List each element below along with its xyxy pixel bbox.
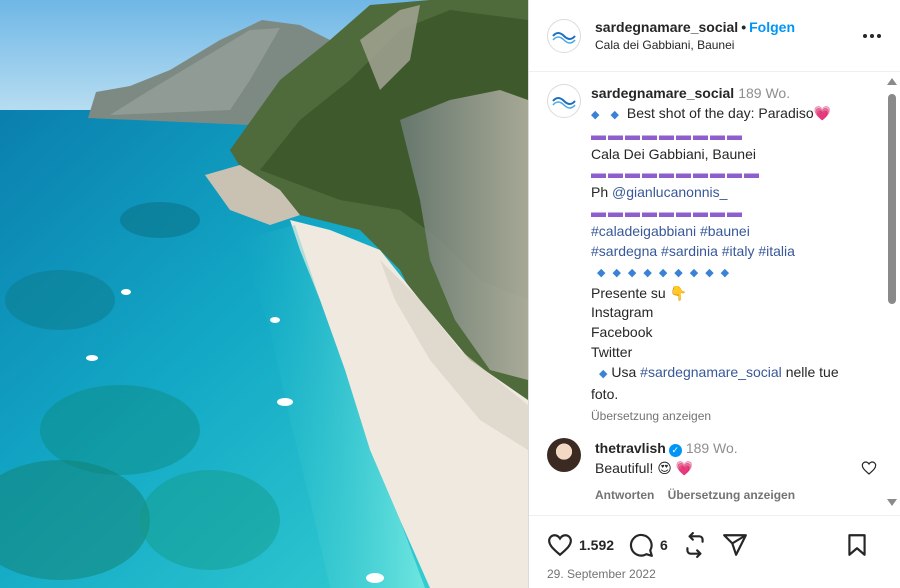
heart-icon (548, 534, 572, 557)
caption-translate-link[interactable]: Übersetzung anzeigen (591, 407, 877, 427)
comment-body: thetravlish ✓ 189 Wo. Beautiful! 😍 💗 Antwo… (595, 438, 877, 505)
post-caption: sardegnamare_social 189 Wo. ◆ ◆ Best shot… (547, 84, 877, 427)
network-facebook: Facebook (591, 324, 653, 341)
repost-button[interactable] (682, 532, 708, 558)
post-header: sardegnamare_social • Folgen Cala dei Gabb… (529, 0, 900, 72)
separator-line: ▬▬▬▬▬▬▬▬▬ (591, 204, 744, 222)
post-side-panel: sardegnamare_social • Folgen Cala dei Gabb… (528, 0, 900, 588)
like-button[interactable]: 1.592 (547, 532, 614, 558)
comment-translate-link[interactable]: Übersetzung anzeigen (668, 488, 795, 502)
diamond-row: ◆◆◆◆◆◆◆◆◆ (597, 266, 737, 279)
caption-place: Cala Dei Gabbiani, Baunei (591, 145, 756, 162)
post-photo[interactable] (0, 0, 528, 588)
hashtags-line-2[interactable]: #sardegna #sardinia #italy #italia (591, 242, 877, 262)
scrollbar[interactable] (886, 76, 898, 508)
pointing-down-emoji: 👇 (669, 284, 688, 301)
network-instagram: Instagram (591, 304, 654, 321)
caption-avatar[interactable] (547, 84, 581, 118)
caption-time[interactable]: 189 Wo. (738, 85, 790, 101)
separator-line: ▬▬▬▬▬▬▬▬▬ (591, 126, 744, 144)
scroll-up-arrow-icon[interactable] (887, 78, 897, 85)
post-location[interactable]: Cala dei Gabbiani, Baunei (595, 36, 860, 54)
separator-line: ▬▬▬▬▬▬▬▬▬▬ (591, 165, 761, 183)
caption-usa-end: foto. (591, 385, 619, 402)
beach-aerial-image (0, 0, 528, 588)
sardegnamare-logo-icon (552, 97, 576, 109)
post-date[interactable]: 29. September 2022 (547, 567, 656, 581)
verified-badge-icon: ✓ (668, 444, 682, 457)
caption-usa-suffix: nelle tue (785, 363, 839, 380)
account-avatar[interactable] (547, 18, 581, 53)
caption-username[interactable]: sardegnamare_social (591, 85, 734, 101)
bookmark-icon (848, 534, 866, 556)
comments-scroll-area[interactable]: sardegnamare_social 189 Wo. ◆ ◆ Best shot… (529, 72, 900, 515)
comment-username[interactable]: thetravlish (595, 440, 666, 456)
action-bar: 1.592 6 (547, 532, 884, 558)
caption-ph-label: Ph (591, 184, 609, 201)
caption-body: sardegnamare_social 189 Wo. ◆ ◆ Best shot… (591, 84, 877, 427)
comment-button[interactable]: 6 (628, 532, 668, 558)
photographer-mention[interactable]: @gianlucanonnis_ (612, 184, 727, 200)
comment-text: Beautiful! (595, 460, 654, 476)
follow-button[interactable]: Folgen (749, 19, 795, 35)
hashtag-sardegnamare-social[interactable]: #sardegnamare_social (640, 364, 782, 380)
sardegnamare-logo-icon (552, 31, 576, 44)
diamond-icon: ◆ ◆ (591, 108, 623, 121)
header-separator: • (741, 18, 747, 35)
post-header-text: sardegnamare_social • Folgen Cala dei Gabb… (595, 18, 860, 54)
caption-presente: Presente su (591, 284, 666, 301)
scroll-down-arrow-icon[interactable] (887, 499, 897, 506)
caption-usa: Usa (611, 363, 637, 380)
commenter-avatar[interactable] (547, 438, 581, 472)
send-icon (722, 534, 747, 556)
scrollbar-thumb[interactable] (888, 94, 896, 304)
pink-heart-emoji: 💗 (813, 104, 832, 121)
diamond-icon: ◆ (599, 367, 608, 380)
caption-line-best-shot: Best shot of the day: Paradiso (626, 104, 814, 121)
header-username[interactable]: sardegnamare_social (595, 19, 738, 35)
network-twitter: Twitter (591, 343, 633, 360)
post-footer: 1.592 6 29. September 2022 (529, 515, 900, 588)
comment-time[interactable]: 189 Wo. (686, 440, 738, 456)
more-icon[interactable] (860, 24, 884, 48)
comment-count[interactable]: 6 (660, 537, 668, 553)
share-button[interactable] (722, 532, 748, 558)
save-button[interactable] (844, 532, 870, 558)
comment-bubble-icon (630, 533, 653, 557)
repost-icon (686, 532, 704, 558)
like-count[interactable]: 1.592 (579, 537, 614, 553)
hashtags-line-1[interactable]: #caladeigabbiani #baunei (591, 222, 877, 242)
post-modal: sardegnamare_social • Folgen Cala dei Gabb… (0, 0, 900, 588)
comment-emojis: 😍 💗 (657, 460, 694, 476)
comment-item: thetravlish ✓ 189 Wo. Beautiful! 😍 💗 Antwo… (547, 438, 877, 505)
comment-like-heart-icon[interactable] (861, 460, 877, 476)
reply-button[interactable]: Antworten (595, 488, 654, 502)
